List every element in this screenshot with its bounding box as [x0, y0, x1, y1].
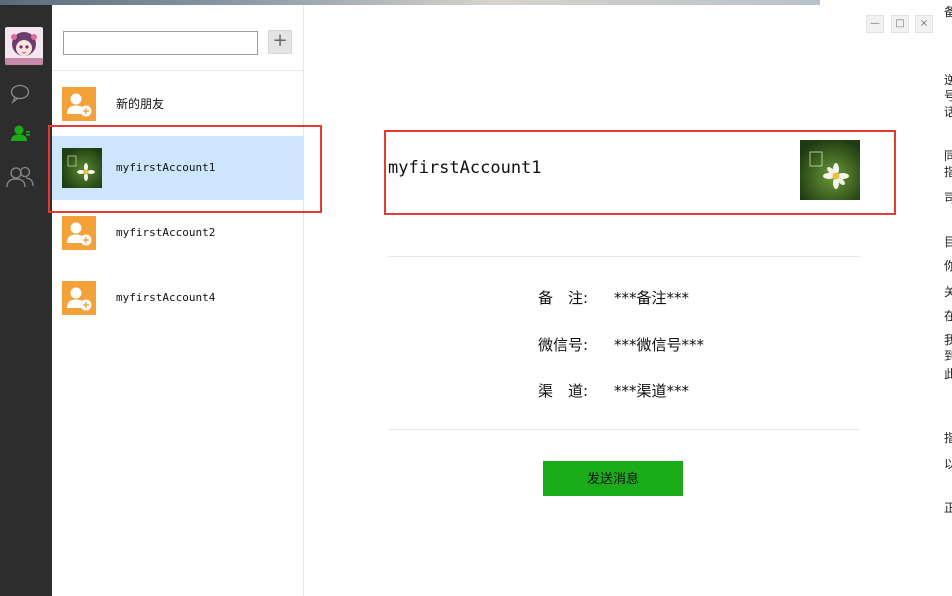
list-item-label: myfirstAccount2 — [116, 226, 216, 239]
contact-list-panel: + 新的朋友 myfirstAccount1 myfirstAccount2 m… — [52, 5, 304, 596]
list-item-label: myfirstAccount1 — [116, 161, 216, 174]
user-avatar[interactable] — [5, 27, 43, 65]
list-item-account-1[interactable]: myfirstAccount1 — [52, 136, 304, 200]
field-value: ***渠道*** — [614, 382, 690, 400]
group-icon[interactable] — [5, 164, 35, 188]
chat-bubble-icon[interactable] — [8, 82, 32, 106]
add-friend-icon — [62, 281, 96, 315]
minimize-button[interactable]: — — [866, 15, 884, 33]
maximize-button[interactable]: □ — [891, 15, 909, 33]
list-item-new-friends[interactable]: 新的朋友 — [52, 72, 304, 136]
field-wechat-id: 微信号: ***微信号*** — [538, 334, 704, 355]
contacts-icon[interactable] — [8, 122, 32, 146]
contact-avatar — [800, 140, 860, 200]
add-friend-icon — [62, 216, 96, 250]
field-value: ***备注*** — [614, 289, 690, 307]
list-divider — [52, 70, 304, 71]
flower-avatar — [62, 148, 102, 188]
field-value: ***微信号*** — [614, 336, 705, 354]
detail-divider-bottom — [388, 429, 860, 430]
contact-name: myfirstAccount1 — [388, 158, 542, 178]
list-item-account-2[interactable]: myfirstAccount2 — [52, 201, 304, 265]
add-friend-icon — [62, 87, 96, 121]
list-item-account-4[interactable]: myfirstAccount4 — [52, 266, 304, 330]
desktop-background-text: 备 逆 号 话 同 指 司 目 你 关 在 我 到 此 指 以 正 — [938, 0, 952, 596]
field-channel: 渠 道: ***渠道*** — [538, 380, 689, 401]
field-remark: 备 注: ***备注*** — [538, 287, 689, 308]
list-item-label: myfirstAccount4 — [116, 291, 216, 304]
add-contact-button[interactable]: + — [268, 30, 292, 54]
side-rail — [0, 5, 52, 596]
field-key: 渠 道: — [538, 382, 589, 400]
search-input[interactable] — [63, 31, 258, 55]
list-item-label: 新的朋友 — [116, 97, 165, 111]
detail-divider-top — [388, 256, 860, 257]
close-button[interactable]: × — [915, 15, 933, 33]
send-message-button[interactable]: 发送消息 — [543, 461, 683, 496]
field-key: 备 注: — [538, 289, 589, 307]
field-key: 微信号: — [538, 336, 589, 354]
